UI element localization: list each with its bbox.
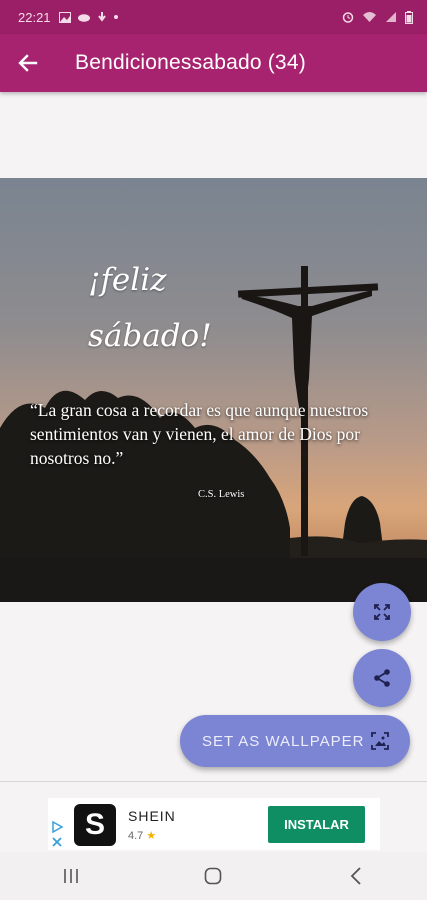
ad-rating: 4.7 ★	[128, 829, 156, 842]
system-nav-bar	[0, 852, 427, 900]
home-icon	[205, 867, 222, 885]
nav-back-button[interactable]	[326, 856, 386, 896]
status-bar: 22:21	[0, 0, 427, 34]
ad-logo: S	[74, 804, 116, 846]
recents-icon	[64, 869, 78, 883]
dot-icon	[113, 15, 118, 19]
back-icon	[350, 867, 361, 885]
home-button[interactable]	[183, 856, 243, 896]
install-button[interactable]: INSTALAR	[268, 806, 365, 843]
ad-choices-icon[interactable]	[50, 820, 66, 850]
alarm-icon	[342, 12, 354, 23]
quote-text: “La gran cosa a recordar es que aunque n…	[30, 400, 369, 468]
fullscreen-button[interactable]	[353, 583, 411, 641]
ad-brand-name: SHEIN	[128, 808, 176, 824]
share-icon	[374, 669, 390, 687]
gesture-icon	[97, 12, 106, 22]
star-icon: ★	[146, 830, 157, 842]
set-wallpaper-label: SET AS WALLPAPER	[202, 732, 365, 750]
wifi-icon	[363, 12, 376, 22]
ad-rating-value: 4.7	[128, 830, 144, 842]
status-time: 22:21	[18, 9, 51, 25]
sunset-crucifix-photo	[0, 178, 427, 602]
set-wallpaper-button[interactable]: SET AS WALLPAPER	[180, 715, 410, 767]
page-title: Bendicionessabado (34)	[75, 51, 306, 74]
quote-author: C.S. Lewis	[198, 489, 245, 500]
recents-button[interactable]	[41, 856, 101, 896]
image-icon	[58, 11, 71, 23]
ad-banner[interactable]: S SHEIN 4.7 ★ INSTALAR	[48, 798, 380, 850]
wallpaper-icon	[371, 732, 389, 750]
share-button[interactable]	[353, 649, 411, 707]
divider	[0, 781, 427, 782]
greeting-text: ¡feliz sábado!	[88, 252, 212, 364]
back-button[interactable]	[0, 34, 56, 92]
battery-icon	[405, 10, 413, 24]
blessing-image[interactable]	[0, 178, 427, 602]
arrow-left-icon	[18, 54, 38, 72]
fullscreen-icon	[374, 604, 390, 620]
signal-icon	[386, 12, 396, 22]
app-bar: Bendicionessabado (34)	[0, 34, 427, 92]
greeting-line-2: sábado!	[88, 318, 212, 354]
cloud-icon	[77, 14, 90, 22]
greeting-line-1: ¡feliz	[88, 262, 167, 298]
